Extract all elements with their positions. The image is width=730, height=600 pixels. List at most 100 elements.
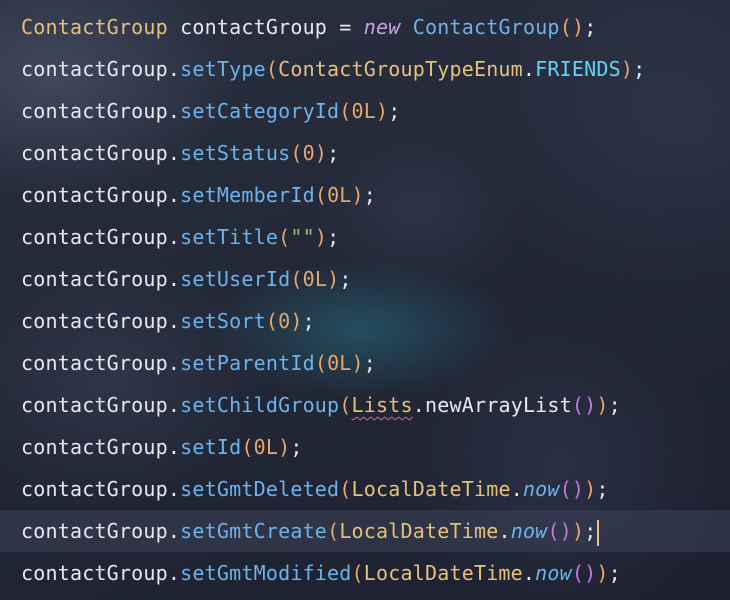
assign-operator: = (327, 15, 364, 39)
method-token: setId (180, 435, 242, 459)
method-token: setGmtModified (180, 561, 352, 585)
open-paren: ( (339, 393, 352, 417)
open-paren: ( (559, 15, 572, 39)
static-method-token: now (522, 477, 560, 501)
close-paren: ) (596, 393, 609, 417)
method-token: setGmtCreate (180, 519, 328, 543)
dot: . (167, 267, 181, 291)
code-line-6[interactable]: contactGroup.setTitle(""); (0, 216, 730, 258)
close-paren: ) (571, 15, 585, 39)
semicolon: ; (363, 351, 377, 375)
dot: . (167, 309, 181, 333)
dot: . (510, 477, 523, 501)
target-token: contactGroup (21, 141, 168, 165)
method-token: setMemberId (180, 183, 315, 207)
code-line-2[interactable]: contactGroup.setType(ContactGroupTypeEnu… (0, 48, 730, 90)
close-paren: ) (290, 309, 303, 333)
dot: . (167, 393, 181, 417)
code-line-1[interactable]: ContactGroup contactGroup = new ContactG… (0, 6, 730, 48)
dot: . (167, 183, 181, 207)
code-line-7[interactable]: contactGroup.setUserId(0L); (0, 258, 730, 300)
dot: . (498, 519, 511, 543)
number-literal: 0L (327, 183, 352, 207)
code-line-10[interactable]: contactGroup.setChildGroup(Lists.newArra… (0, 384, 730, 426)
semicolon: ; (339, 267, 352, 291)
type-token: ContactGroup (21, 15, 168, 39)
number-literal: 0L (351, 99, 377, 123)
open-paren: ( (290, 141, 303, 165)
dot: . (522, 57, 536, 81)
string-literal: "" (290, 225, 315, 249)
code-editor[interactable]: ContactGroup contactGroup = new ContactG… (0, 0, 730, 600)
open-paren: ( (290, 267, 303, 291)
dot: . (167, 351, 181, 375)
close-paren: ) (351, 183, 364, 207)
class-token: LocalDateTime (339, 519, 499, 543)
method-token: setCategoryId (180, 99, 340, 123)
inner-open-paren: ( (571, 561, 585, 585)
close-paren: ) (327, 267, 340, 291)
semicolon: ; (633, 57, 646, 81)
code-line-8[interactable]: contactGroup.setSort(0); (0, 300, 730, 342)
static-method-token: newArrayList (425, 393, 572, 417)
dot: . (167, 225, 181, 249)
open-paren: ( (265, 309, 279, 333)
close-paren: ) (376, 99, 389, 123)
code-line-9[interactable]: contactGroup.setParentId(0L); (0, 342, 730, 384)
code-line-5[interactable]: contactGroup.setMemberId(0L); (0, 174, 730, 216)
code-line-12[interactable]: contactGroup.setGmtDeleted(LocalDateTime… (0, 468, 730, 510)
open-paren: ( (314, 183, 328, 207)
target-token: contactGroup (21, 519, 168, 543)
class-token-warning[interactable]: Lists (352, 393, 413, 417)
dot: . (412, 393, 426, 417)
dot: . (167, 141, 181, 165)
code-line-14[interactable]: contactGroup.setGmtModified(LocalDateTim… (0, 552, 730, 594)
static-method-token: now (535, 561, 572, 585)
constructor-token: ContactGroup (412, 15, 560, 39)
open-paren: ( (339, 477, 352, 501)
method-token: setUserId (180, 267, 291, 291)
close-paren: ) (584, 477, 597, 501)
code-line-11[interactable]: contactGroup.setId(0L); (0, 426, 730, 468)
semicolon: ; (290, 435, 303, 459)
target-token: contactGroup (21, 57, 168, 81)
open-paren: ( (351, 561, 364, 585)
semicolon: ; (608, 561, 621, 585)
method-token: setStatus (180, 141, 291, 165)
close-paren: ) (620, 57, 634, 81)
open-paren: ( (327, 519, 340, 543)
number-literal: 0 (278, 309, 291, 333)
semicolon: ; (608, 393, 621, 417)
method-token: setTitle (180, 225, 279, 249)
inner-open-paren: ( (571, 393, 585, 417)
static-method-token: now (510, 519, 548, 543)
code-line-4[interactable]: contactGroup.setStatus(0); (0, 132, 730, 174)
target-token: contactGroup (21, 351, 168, 375)
number-literal: 0L (253, 435, 279, 459)
inner-open-paren: ( (559, 477, 572, 501)
open-paren: ( (314, 351, 328, 375)
semicolon: ; (302, 309, 315, 333)
inner-close-paren: ) (584, 393, 597, 417)
inner-close-paren: ) (584, 561, 597, 585)
semicolon: ; (363, 183, 377, 207)
target-token: contactGroup (21, 225, 168, 249)
code-line-3[interactable]: contactGroup.setCategoryId(0L); (0, 90, 730, 132)
inner-close-paren: ) (559, 519, 572, 543)
code-line-13-current[interactable]: contactGroup.setGmtCreate(LocalDateTime.… (0, 510, 730, 552)
dot: . (522, 561, 536, 585)
inner-close-paren: ) (571, 477, 585, 501)
target-token: contactGroup (21, 267, 168, 291)
number-literal: 0 (302, 141, 315, 165)
target-token: contactGroup (21, 99, 168, 123)
close-paren: ) (278, 435, 291, 459)
close-paren: ) (314, 141, 328, 165)
dot: . (167, 99, 181, 123)
target-token: contactGroup (21, 561, 168, 585)
target-token: contactGroup (21, 477, 168, 501)
dot: . (167, 477, 181, 501)
open-paren: ( (339, 99, 352, 123)
enum-class-token: ContactGroupTypeEnum (278, 57, 523, 81)
open-paren: ( (278, 225, 291, 249)
dot: . (167, 57, 181, 81)
